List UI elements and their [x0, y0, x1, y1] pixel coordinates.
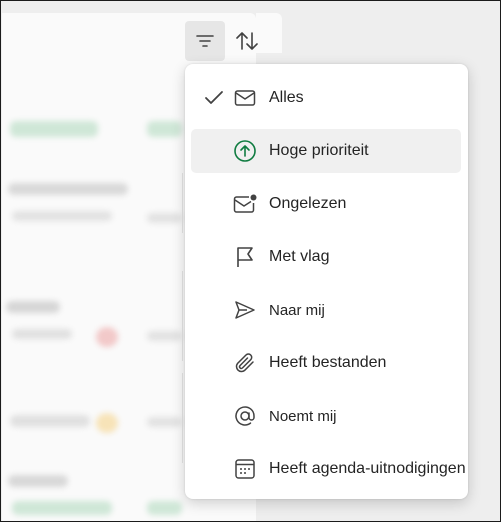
menu-item-label: Heeft agenda-uitnodigingen	[269, 460, 466, 477]
message-preview-blur	[147, 213, 182, 223]
at-icon	[233, 404, 257, 428]
sort-arrows-icon	[236, 32, 258, 50]
message-preview-blur	[8, 475, 68, 487]
menu-item-met-vlag[interactable]: Met vlag	[191, 235, 461, 279]
message-preview-blur	[96, 413, 118, 433]
message-preview-blur	[6, 301, 60, 313]
filter-icon	[196, 35, 214, 47]
menu-item-label: Hoge prioriteit	[269, 142, 369, 159]
menu-item-label: Naar mij	[269, 301, 325, 319]
mail-unread-icon	[233, 192, 257, 216]
mail-icon	[233, 86, 257, 110]
checkmark-icon	[203, 87, 225, 109]
divider	[182, 271, 183, 361]
menu-item-noemt-mij[interactable]: Noemt mij	[191, 394, 461, 438]
message-preview-blur	[12, 211, 112, 221]
menu-item-label: Heeft bestanden	[269, 354, 387, 371]
message-preview-blur	[147, 501, 182, 515]
arrow-up-circle-icon	[233, 139, 257, 163]
paperclip-icon	[233, 351, 257, 375]
menu-item-hoge-prioriteit[interactable]: Hoge prioriteit	[191, 129, 461, 173]
menu-item-heeft-agenda-uitnodigingen[interactable]: Heeft agenda-uitnodigingen	[191, 447, 466, 491]
menu-item-label: Alles	[269, 89, 304, 106]
sort-button[interactable]	[227, 21, 267, 61]
calendar-icon	[233, 457, 257, 481]
menu-item-label: Met vlag	[269, 248, 330, 265]
message-preview-blur	[147, 417, 182, 427]
filter-dropdown-menu: Alles Hoge prioriteit Ongelezen Met vlag	[185, 64, 468, 499]
divider	[182, 373, 183, 463]
send-icon	[233, 298, 257, 322]
menu-item-label: Ongelezen	[269, 195, 347, 212]
message-preview-blur	[96, 327, 118, 347]
app-window: Alles Hoge prioriteit Ongelezen Met vlag	[0, 0, 501, 522]
menu-item-naar-mij[interactable]: Naar mij	[191, 288, 461, 332]
message-preview-blur	[147, 331, 182, 341]
message-preview-blur	[147, 121, 182, 137]
menu-item-heeft-bestanden[interactable]: Heeft bestanden	[191, 341, 461, 385]
menu-item-label: Noemt mij	[269, 407, 337, 425]
divider	[182, 173, 183, 233]
message-preview-blur	[12, 329, 72, 339]
menu-item-ongelezen[interactable]: Ongelezen	[191, 182, 461, 226]
flag-icon	[233, 245, 257, 269]
filter-button[interactable]	[185, 21, 225, 61]
message-preview-blur	[12, 501, 112, 515]
menu-item-alles[interactable]: Alles	[191, 76, 461, 120]
message-preview-blur	[8, 183, 128, 195]
message-preview-blur	[10, 121, 98, 137]
message-preview-blur	[10, 415, 90, 427]
